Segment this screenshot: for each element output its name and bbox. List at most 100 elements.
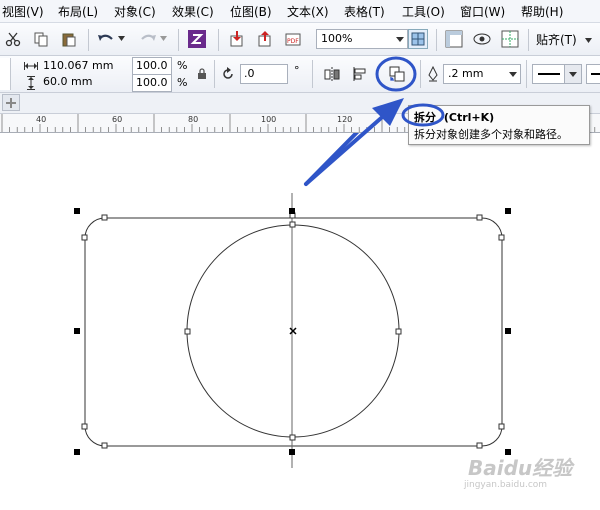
menu-view[interactable]: 视图(V) xyxy=(2,3,44,20)
show-rulers-icon[interactable] xyxy=(444,29,464,49)
node-handle[interactable] xyxy=(289,221,296,228)
line-start-dropdown-button[interactable] xyxy=(564,65,581,83)
toolbar-divider xyxy=(218,29,219,51)
menu-layout[interactable]: 布局(L) xyxy=(58,3,98,20)
degree-unit: ° xyxy=(294,64,300,77)
height-icon xyxy=(26,76,36,90)
rotation-angle-value: .0 xyxy=(244,67,255,80)
propbar-divider xyxy=(312,60,313,88)
new-document-tab-button[interactable] xyxy=(2,94,20,111)
outline-pen-icon xyxy=(426,66,440,82)
menu-tools[interactable]: 工具(O) xyxy=(402,3,445,20)
node-handle[interactable] xyxy=(81,423,88,430)
node-handle[interactable] xyxy=(476,214,483,221)
position-field-edge[interactable] xyxy=(0,58,11,90)
object-height-value: 60.0 mm xyxy=(43,75,93,88)
property-bar: 110.067 mm 60.0 mm 100.0 100.0 % % .0 ° … xyxy=(0,56,600,93)
object-height-field[interactable]: 60.0 mm xyxy=(40,74,128,92)
chevron-down-icon xyxy=(569,72,577,77)
menu-object[interactable]: 对象(C) xyxy=(114,3,156,20)
toolbar-divider xyxy=(436,29,437,51)
chevron-down-icon xyxy=(509,72,517,77)
import-icon[interactable] xyxy=(228,30,246,48)
menu-table[interactable]: 表格(T) xyxy=(344,3,385,20)
node-handle[interactable] xyxy=(289,434,296,441)
zoom-level-select[interactable]: 100% xyxy=(316,29,408,49)
copy-icon[interactable] xyxy=(32,30,50,48)
chevron-down-icon xyxy=(584,38,592,43)
undo-icon[interactable] xyxy=(96,30,116,48)
toolbar-divider xyxy=(88,29,89,51)
break-apart-tooltip: 拆分 (Ctrl+K) 拆分对象创建多个对象和路径。 xyxy=(401,103,590,145)
selection-handle[interactable] xyxy=(74,208,80,214)
undo-dropdown-icon[interactable] xyxy=(118,35,126,43)
snap-to-menu[interactable]: 贴齐(T) xyxy=(536,31,593,48)
watermark-logo: Baidu经验 xyxy=(468,456,573,480)
cut-icon[interactable] xyxy=(4,30,22,48)
tooltip-description: 拆分对象创建多个对象和路径。 xyxy=(414,128,568,141)
watermark-url: jingyan.baidu.com xyxy=(464,480,548,490)
plus-icon xyxy=(6,97,16,108)
scale-y-field[interactable]: 100.0 xyxy=(132,74,172,92)
node-handle[interactable] xyxy=(498,423,505,430)
redo-dropdown-icon[interactable] xyxy=(160,35,168,43)
selection-handle[interactable] xyxy=(289,449,295,455)
toolbar-divider xyxy=(528,29,529,51)
scale-y-value: 100.0 xyxy=(136,76,168,89)
show-guidelines-icon[interactable] xyxy=(500,29,520,49)
publish-pdf-icon[interactable]: PDF xyxy=(284,30,302,48)
scale-y-unit: % xyxy=(177,76,188,89)
ruler-label: 60 xyxy=(112,115,123,124)
tooltip-shortcut: (Ctrl+K) xyxy=(443,111,495,124)
highlight-circle-tooltip-title xyxy=(401,103,445,127)
zoom-level-value: 100% xyxy=(321,32,353,45)
lock-ratio-icon[interactable] xyxy=(196,67,208,81)
propbar-divider xyxy=(526,60,527,88)
standard-toolbar: PDF 100% 贴齐(T) xyxy=(0,23,600,56)
scale-x-value: 100.0 xyxy=(136,59,168,72)
outline-width-select[interactable]: .2 mm xyxy=(443,64,521,84)
selection-handle[interactable] xyxy=(74,449,80,455)
show-grid-icon[interactable] xyxy=(472,29,492,49)
selection-center-icon[interactable] xyxy=(289,327,297,335)
corel-connect-icon[interactable] xyxy=(186,28,208,50)
line-end-select[interactable] xyxy=(586,64,600,84)
rotation-angle-field[interactable]: .0 xyxy=(240,64,288,84)
menu-bar: 视图(V) 布局(L) 对象(C) 效果(C) 位图(B) 文本(X) 表格(T… xyxy=(0,0,600,23)
selection-handle[interactable] xyxy=(289,208,295,214)
menu-effects[interactable]: 效果(C) xyxy=(172,3,214,20)
align-distribute-icon[interactable] xyxy=(350,65,370,83)
ruler-label: 80 xyxy=(188,115,199,124)
node-handle[interactable] xyxy=(101,214,108,221)
full-screen-preview-icon[interactable] xyxy=(408,29,428,49)
selection-handle[interactable] xyxy=(505,208,511,214)
paste-icon[interactable] xyxy=(60,30,78,48)
node-handle[interactable] xyxy=(476,442,483,449)
node-handle[interactable] xyxy=(184,328,191,335)
node-handle[interactable] xyxy=(101,442,108,449)
node-handle[interactable] xyxy=(498,234,505,241)
selection-handle[interactable] xyxy=(505,328,511,334)
svg-text:PDF: PDF xyxy=(287,38,299,45)
scale-x-field[interactable]: 100.0 xyxy=(132,57,172,75)
line-start-select[interactable] xyxy=(532,64,582,84)
export-icon[interactable] xyxy=(256,30,274,48)
object-width-value: 110.067 mm xyxy=(43,59,114,72)
menu-window[interactable]: 窗口(W) xyxy=(460,3,505,20)
outline-width-value: .2 mm xyxy=(448,67,484,80)
node-handle[interactable] xyxy=(81,234,88,241)
mirror-horizontal-icon[interactable] xyxy=(322,65,342,83)
redo-icon[interactable] xyxy=(138,30,158,48)
rotation-icon xyxy=(220,66,236,82)
ruler-label: 100 xyxy=(261,115,277,124)
line-style-preview xyxy=(538,73,560,75)
menu-text[interactable]: 文本(X) xyxy=(287,3,329,20)
menu-help[interactable]: 帮助(H) xyxy=(521,3,563,20)
node-handle[interactable] xyxy=(395,328,402,335)
line-end-preview xyxy=(591,73,600,75)
selection-handle[interactable] xyxy=(74,328,80,334)
ruler-label: 40 xyxy=(36,115,47,124)
toolbar-divider xyxy=(178,29,179,51)
width-icon xyxy=(24,60,38,72)
menu-bitmaps[interactable]: 位图(B) xyxy=(230,3,272,20)
